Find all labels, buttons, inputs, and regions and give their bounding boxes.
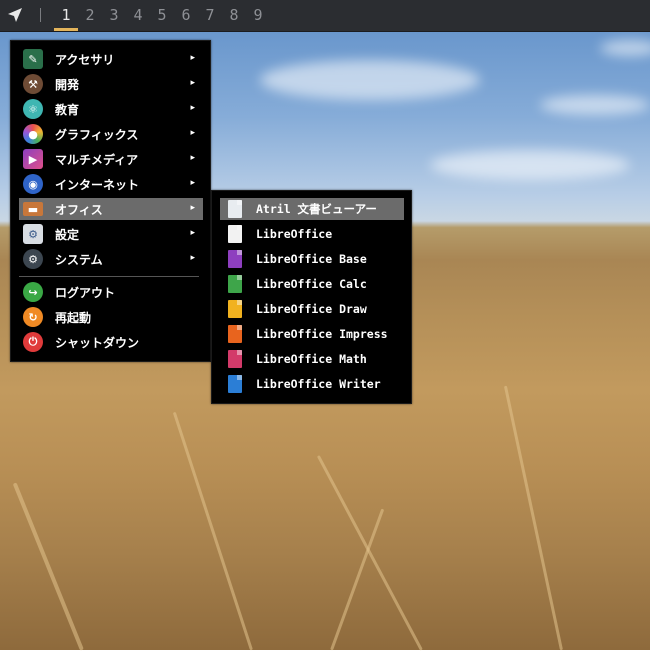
menu-item-label: シャットダウン bbox=[55, 335, 140, 350]
submenu-arrow-icon: ▸ bbox=[190, 228, 195, 238]
office-icon: ▬ bbox=[23, 202, 43, 216]
menu-item-logout[interactable]: ↪ ログアウト bbox=[19, 281, 203, 303]
submenu-item-libreoffice-math[interactable]: LibreOffice Math bbox=[220, 348, 404, 370]
libreoffice-writer-icon bbox=[228, 375, 242, 393]
workspace-1[interactable]: 1 bbox=[55, 6, 77, 24]
libreoffice-base-icon bbox=[228, 250, 242, 268]
submenu-item-label: LibreOffice bbox=[256, 227, 333, 241]
menu-item-system[interactable]: ⚙ システム ▸ bbox=[19, 248, 203, 270]
libreoffice-math-icon bbox=[228, 350, 242, 368]
menu-item-development[interactable]: ⚒ 開発 ▸ bbox=[19, 73, 203, 95]
submenu-arrow-icon: ▸ bbox=[190, 103, 195, 113]
submenu-item-label: LibreOffice Calc bbox=[256, 277, 367, 291]
document-viewer-icon bbox=[228, 200, 242, 218]
workspace-6[interactable]: 6 bbox=[175, 6, 197, 24]
submenu-item-libreoffice-impress[interactable]: LibreOffice Impress bbox=[220, 323, 404, 345]
internet-icon: ◉ bbox=[23, 174, 43, 194]
menu-divider bbox=[19, 276, 199, 277]
submenu-item-label: LibreOffice Writer bbox=[256, 377, 381, 391]
development-icon: ⚒ bbox=[23, 74, 43, 94]
submenu-item-libreoffice-calc[interactable]: LibreOffice Calc bbox=[220, 273, 404, 295]
menu-item-label: 開発 bbox=[55, 77, 80, 92]
paper-plane-icon[interactable] bbox=[7, 7, 23, 23]
submenu-item-label: LibreOffice Draw bbox=[256, 302, 367, 316]
submenu-arrow-icon: ▸ bbox=[190, 153, 195, 163]
submenu-arrow-icon: ▸ bbox=[190, 178, 195, 188]
menu-item-restart[interactable]: ↻ 再起動 bbox=[19, 306, 203, 328]
submenu-item-libreoffice-draw[interactable]: LibreOffice Draw bbox=[220, 298, 404, 320]
graphics-icon: ● bbox=[23, 124, 43, 144]
accessories-icon: ✎ bbox=[23, 49, 43, 69]
wallpaper-grass bbox=[172, 411, 253, 651]
submenu-arrow-icon: ▸ bbox=[190, 78, 195, 88]
top-panel: 1 2 3 4 5 6 7 8 9 bbox=[0, 0, 650, 32]
wallpaper-grass bbox=[12, 482, 84, 651]
libreoffice-impress-icon bbox=[228, 325, 242, 343]
submenu-arrow-icon: ▸ bbox=[190, 203, 195, 213]
submenu-arrow-icon: ▸ bbox=[190, 53, 195, 63]
libreoffice-calc-icon bbox=[228, 275, 242, 293]
menu-item-label: マルチメディア bbox=[55, 152, 139, 167]
menu-item-label: システム bbox=[55, 252, 103, 267]
menu-item-education[interactable]: ⚛ 教育 ▸ bbox=[19, 98, 203, 120]
menu-item-multimedia[interactable]: ▶ マルチメディア ▸ bbox=[19, 148, 203, 170]
shutdown-icon: ⏻ bbox=[23, 332, 43, 352]
restart-icon: ↻ bbox=[23, 307, 43, 327]
multimedia-icon: ▶ bbox=[23, 149, 43, 169]
menu-item-label: 設定 bbox=[55, 227, 80, 242]
submenu-item-label: LibreOffice Impress bbox=[256, 327, 388, 341]
workspace-8[interactable]: 8 bbox=[223, 6, 245, 24]
submenu-item-label: Atril 文書ビューアー bbox=[256, 202, 377, 216]
menu-item-label: インターネット bbox=[55, 177, 140, 192]
settings-icon: ⚙ bbox=[23, 224, 43, 244]
education-icon: ⚛ bbox=[23, 99, 43, 119]
workspace-5[interactable]: 5 bbox=[151, 6, 173, 24]
submenu-item-label: LibreOffice Math bbox=[256, 352, 367, 366]
wallpaper-cloud bbox=[260, 60, 480, 100]
office-submenu: Atril 文書ビューアー LibreOffice LibreOffice Ba… bbox=[211, 190, 412, 404]
wallpaper-cloud bbox=[540, 95, 650, 115]
menu-item-accessories[interactable]: ✎ アクセサリ ▸ bbox=[19, 48, 203, 70]
workspace-2[interactable]: 2 bbox=[79, 6, 101, 24]
system-icon: ⚙ bbox=[23, 249, 43, 269]
libreoffice-draw-icon bbox=[228, 300, 242, 318]
menu-item-label: グラフィックス bbox=[55, 127, 139, 142]
workspace-7[interactable]: 7 bbox=[199, 6, 221, 24]
submenu-arrow-icon: ▸ bbox=[190, 253, 195, 263]
libreoffice-icon bbox=[228, 225, 242, 243]
submenu-item-libreoffice-writer[interactable]: LibreOffice Writer bbox=[220, 373, 404, 395]
menu-item-settings[interactable]: ⚙ 設定 ▸ bbox=[19, 223, 203, 245]
active-workspace-indicator bbox=[54, 28, 78, 31]
menu-item-label: ログアウト bbox=[55, 285, 116, 300]
wallpaper-grass bbox=[503, 385, 563, 651]
submenu-item-libreoffice-base[interactable]: LibreOffice Base bbox=[220, 248, 404, 270]
workspace-9[interactable]: 9 bbox=[247, 6, 269, 24]
menu-item-office[interactable]: ▬ オフィス ▸ bbox=[19, 198, 203, 220]
wallpaper-cloud bbox=[600, 40, 650, 56]
workspace-3[interactable]: 3 bbox=[103, 6, 125, 24]
menu-item-label: オフィス bbox=[55, 202, 103, 217]
panel-separator bbox=[40, 8, 41, 22]
wallpaper-cloud bbox=[430, 150, 630, 180]
logout-icon: ↪ bbox=[23, 282, 43, 302]
submenu-item-libreoffice[interactable]: LibreOffice bbox=[220, 223, 404, 245]
submenu-item-label: LibreOffice Base bbox=[256, 252, 367, 266]
menu-item-label: アクセサリ bbox=[55, 52, 115, 67]
menu-item-internet[interactable]: ◉ インターネット ▸ bbox=[19, 173, 203, 195]
submenu-item-atril[interactable]: Atril 文書ビューアー bbox=[220, 198, 404, 220]
menu-item-shutdown[interactable]: ⏻ シャットダウン bbox=[19, 331, 203, 353]
wallpaper-grass bbox=[316, 455, 423, 651]
application-menu: ✎ アクセサリ ▸ ⚒ 開発 ▸ ⚛ 教育 ▸ ● グラフィックス ▸ ▶ マル… bbox=[10, 40, 211, 362]
menu-item-label: 教育 bbox=[55, 102, 80, 117]
menu-item-label: 再起動 bbox=[55, 310, 92, 325]
workspace-4[interactable]: 4 bbox=[127, 6, 149, 24]
submenu-arrow-icon: ▸ bbox=[190, 128, 195, 138]
menu-item-graphics[interactable]: ● グラフィックス ▸ bbox=[19, 123, 203, 145]
